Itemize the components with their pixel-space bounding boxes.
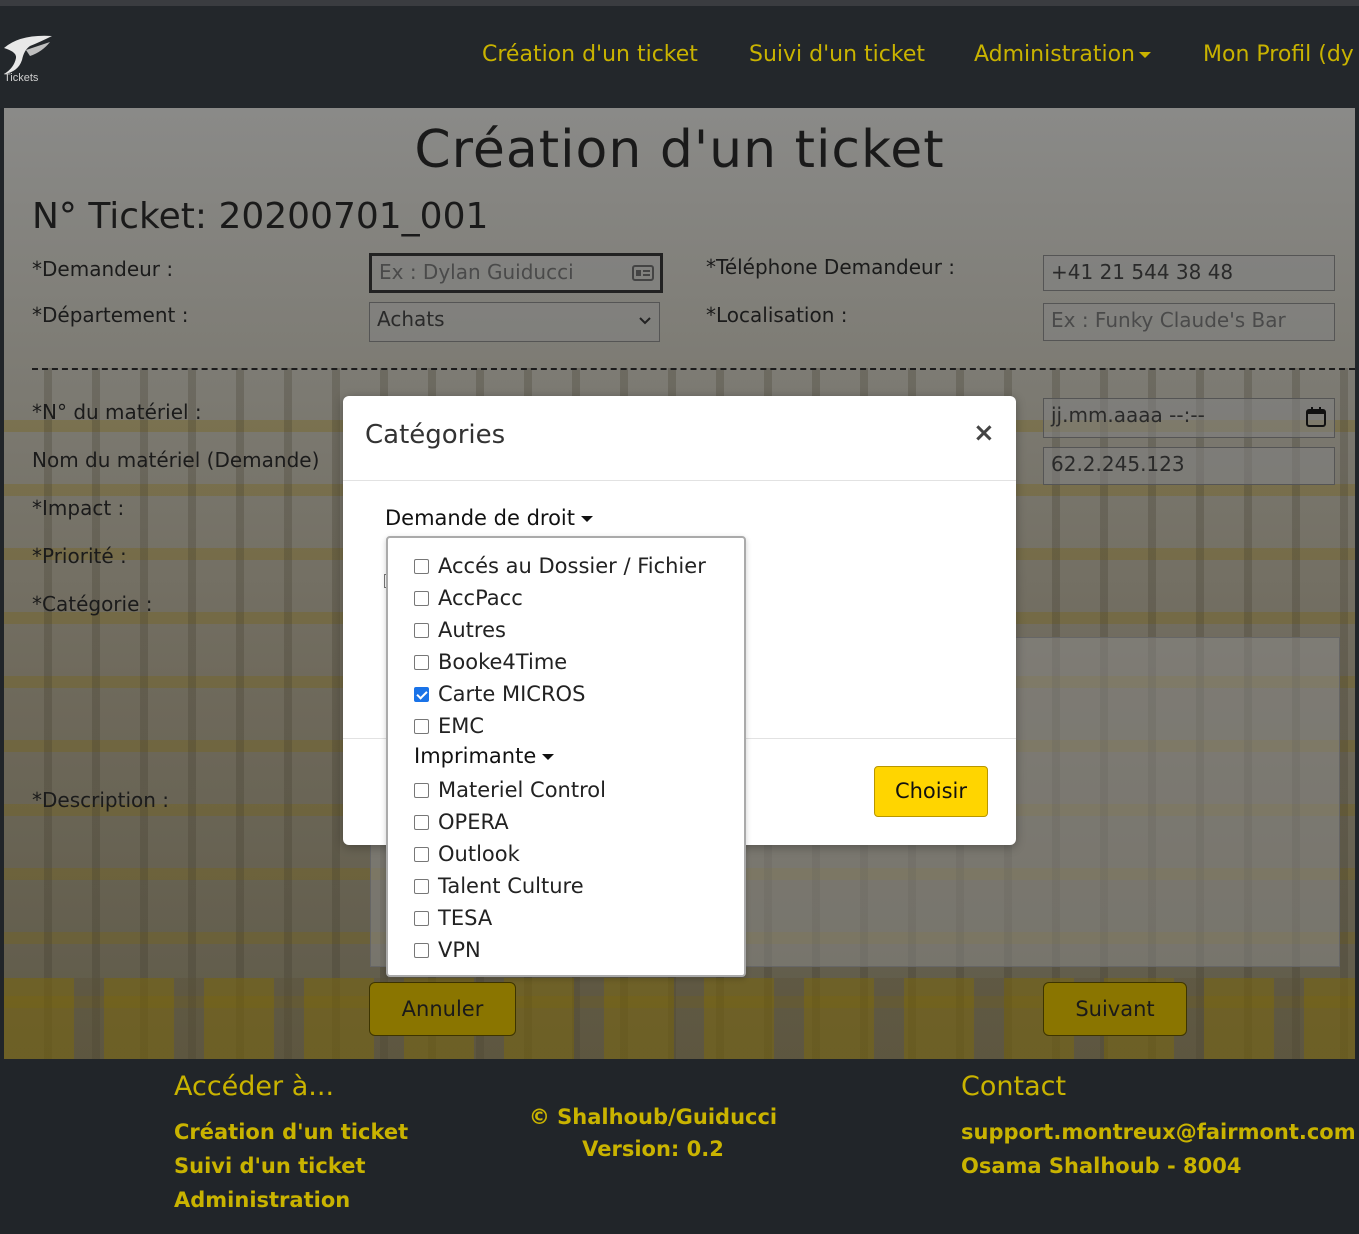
nav-administration[interactable]: Administration xyxy=(974,42,1151,67)
nav-creation-ticket[interactable]: Création d'un ticket xyxy=(482,42,698,67)
footer: Accéder à... Création d'un ticket Suivi … xyxy=(0,1059,1359,1234)
departement-select[interactable]: Achats xyxy=(369,302,660,342)
nav-administration-label: Administration xyxy=(974,42,1135,67)
demande-de-droit-dropdown[interactable]: Demande de droit xyxy=(385,506,593,530)
footer-copyright: © Shalhoub/Guiducci xyxy=(528,1105,778,1129)
contact-card-icon xyxy=(632,265,654,281)
footer-email[interactable]: support.montreux@fairmont.com xyxy=(961,1120,1356,1144)
close-icon[interactable]: × xyxy=(973,418,995,448)
caret-down-icon xyxy=(542,754,555,760)
category-label: Accés au Dossier / Fichier xyxy=(438,554,706,578)
submenu-label: Imprimante xyxy=(414,744,537,768)
modal-title: Catégories xyxy=(365,420,506,450)
localisation-input[interactable]: Ex : Funky Claude's Bar xyxy=(1043,303,1335,341)
localisation-label: *Localisation : xyxy=(706,303,848,327)
departement-label: *Département : xyxy=(32,303,189,327)
modal-header-divider xyxy=(343,480,1016,481)
impact-label: *Impact : xyxy=(32,496,125,520)
section-divider xyxy=(32,368,1355,370)
category-checkbox[interactable] xyxy=(414,655,429,670)
footer-version: Version: 0.2 xyxy=(582,1137,724,1161)
category-dropdown-menu: Accés au Dossier / Fichier AccPacc Autre… xyxy=(386,536,746,977)
footer-link-creation[interactable]: Création d'un ticket xyxy=(174,1120,408,1144)
telephone-label: *Téléphone Demandeur : xyxy=(706,255,956,279)
category-label: AccPacc xyxy=(438,586,523,610)
footer-link-suivi[interactable]: Suivi d'un ticket xyxy=(174,1154,366,1178)
telephone-input[interactable]: +41 21 544 38 48 xyxy=(1043,255,1335,291)
nav-suivi-ticket[interactable]: Suivi d'un ticket xyxy=(749,42,925,67)
category-checkbox[interactable] xyxy=(414,719,429,734)
footer-contact-person: Osama Shalhoub - 8004 xyxy=(961,1154,1242,1178)
category-label: OPERA xyxy=(438,810,509,834)
chevron-down-icon xyxy=(639,317,651,325)
category-checkbox[interactable] xyxy=(414,847,429,862)
category-checkbox[interactable] xyxy=(414,623,429,638)
category-label: Booke4Time xyxy=(438,650,568,674)
category-checkbox[interactable] xyxy=(414,559,429,574)
category-checkbox-checked[interactable] xyxy=(414,687,429,702)
no-materiel-label: *N° du matériel : xyxy=(32,400,202,424)
ip-address-input[interactable]: 62.2.245.123 xyxy=(1043,447,1335,485)
category-checkbox[interactable] xyxy=(414,783,429,798)
footer-link-administration[interactable]: Administration xyxy=(174,1188,350,1212)
ticket-number: N° Ticket: 20200701_001 xyxy=(32,196,489,237)
chevron-down-icon xyxy=(1138,52,1151,58)
dropdown-label: Demande de droit xyxy=(385,506,575,530)
footer-access-heading: Accéder à... xyxy=(174,1071,335,1102)
footer-contact-heading: Contact xyxy=(961,1071,1067,1102)
calendar-icon[interactable] xyxy=(1306,407,1326,427)
category-label: Autres xyxy=(438,618,506,642)
datetime-placeholder: jj.mm.aaaa --:-- xyxy=(1051,403,1205,427)
page-title: Création d'un ticket xyxy=(414,120,945,180)
category-checkbox[interactable] xyxy=(414,815,429,830)
category-label: Outlook xyxy=(438,842,520,866)
demandeur-placeholder: Ex : Dylan Guiducci xyxy=(379,260,574,284)
category-label: Materiel Control xyxy=(438,778,606,802)
category-checkbox[interactable] xyxy=(414,911,429,926)
imprimante-submenu-toggle[interactable]: Imprimante xyxy=(414,744,555,768)
priorite-label: *Priorité : xyxy=(32,544,127,568)
category-checkbox[interactable] xyxy=(414,879,429,894)
next-button[interactable]: Suivant xyxy=(1043,982,1187,1036)
cancel-button[interactable]: Annuler xyxy=(369,982,516,1036)
category-label: TESA xyxy=(438,906,493,930)
navbar: Tickets Création d'un ticket Suivi d'un … xyxy=(0,6,1359,108)
category-label: Carte MICROS xyxy=(438,682,586,706)
category-label: Talent Culture xyxy=(438,874,584,898)
category-label: VPN xyxy=(438,938,481,962)
category-checkbox[interactable] xyxy=(414,943,429,958)
category-checkbox[interactable] xyxy=(414,591,429,606)
departement-value: Achats xyxy=(377,307,445,331)
category-label: EMC xyxy=(438,714,485,738)
demandeur-label: *Demandeur : xyxy=(32,257,174,281)
categorie-label: *Catégorie : xyxy=(32,592,153,616)
nav-mon-profil[interactable]: Mon Profil (dy xyxy=(1203,42,1354,67)
demandeur-input[interactable]: Ex : Dylan Guiducci xyxy=(369,253,663,293)
caret-down-icon xyxy=(581,516,593,522)
choose-button[interactable]: Choisir xyxy=(874,766,988,817)
logo-text: Tickets xyxy=(4,72,39,84)
datetime-input[interactable]: jj.mm.aaaa --:-- xyxy=(1043,398,1335,438)
description-label: *Description : xyxy=(32,788,170,812)
nom-materiel-label: Nom du matériel (Demande) xyxy=(32,448,320,472)
